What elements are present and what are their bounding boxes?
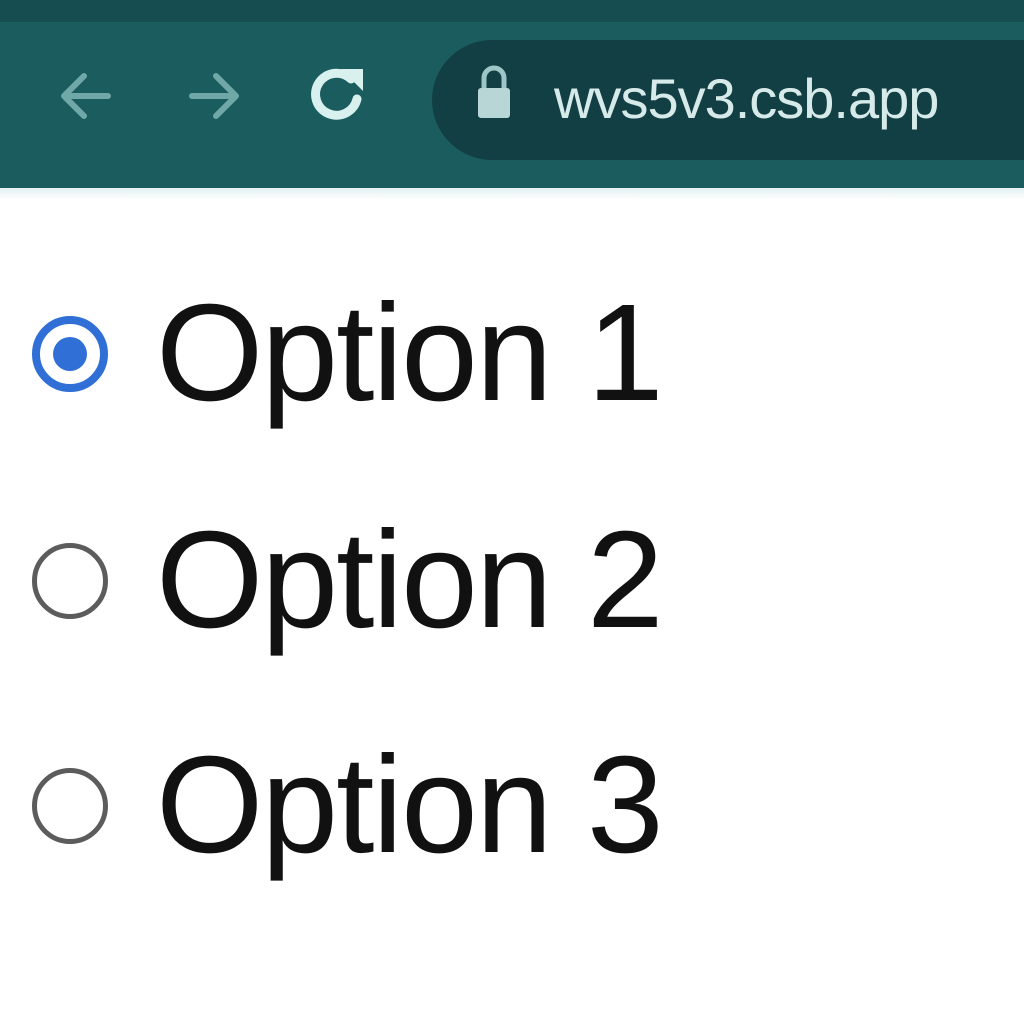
forward-button[interactable] [176,56,252,136]
radio-label-3: Option 3 [156,728,664,882]
reload-icon [311,68,363,120]
tab-strip [0,0,1024,22]
reload-button[interactable] [300,56,376,136]
radio-button-2[interactable] [32,543,108,619]
arrow-left-icon [61,73,111,119]
browser-toolbar: wvs5v3.csb.app [0,0,1024,190]
radio-option-1[interactable]: Option 1 [28,278,668,428]
radio-option-3[interactable]: Option 3 [28,730,668,880]
radio-group: Option 1 Option 2 Option 3 [0,200,1024,1024]
radio-label-2: Option 2 [156,503,664,657]
radio-button-1[interactable] [32,316,108,392]
page: wvs5v3.csb.app Option 1 Option 2 Option … [0,0,1024,1024]
radio-option-2[interactable]: Option 2 [28,505,668,655]
arrow-right-icon [189,73,239,119]
back-button[interactable] [48,56,124,136]
lock-icon [478,65,510,118]
radio-label-1: Option 1 [156,276,664,430]
toolbar-divider [0,188,1024,200]
radio-button-3[interactable] [32,768,108,844]
url-text: wvs5v3.csb.app [554,67,939,130]
address-bar[interactable]: wvs5v3.csb.app [432,40,1024,160]
